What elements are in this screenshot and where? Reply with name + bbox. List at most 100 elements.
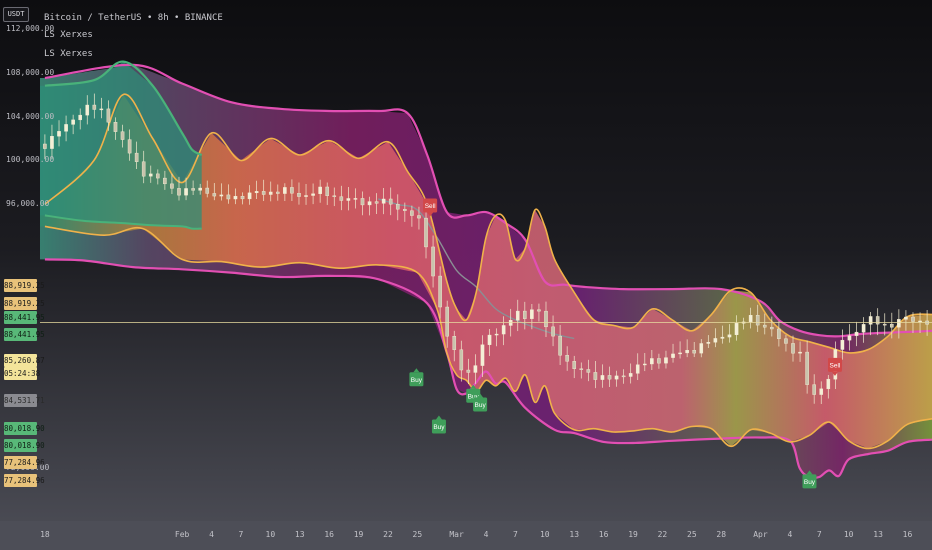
candle-body (650, 358, 654, 365)
y-tick-label: 104,000.00 (6, 111, 55, 121)
candle-body (85, 104, 90, 116)
price-tag[interactable]: 88,919.25 (4, 296, 45, 310)
symbol-title[interactable]: Bitcoin / TetherUS • 8h • BINANCE (44, 13, 223, 24)
signal-label: Buy (475, 402, 487, 409)
candle-body (367, 201, 372, 206)
candle-body (586, 369, 591, 373)
candle-body (635, 364, 640, 374)
x-tick-label: Mar (449, 530, 464, 539)
candle-body (268, 191, 273, 195)
candle-body (600, 375, 605, 380)
price-tag[interactable]: 85,260.87 (4, 354, 45, 368)
candle-body (537, 309, 541, 312)
candle-body (459, 349, 464, 371)
candle-body (438, 275, 442, 308)
x-tick-label: 13 (569, 530, 580, 539)
x-tick-label: 16 (902, 530, 913, 539)
candle-body (431, 246, 435, 277)
x-tick-label: 10 (843, 530, 854, 539)
candle-body (565, 355, 569, 362)
candle-body (494, 333, 499, 336)
price-tag[interactable]: 80,018.90 (4, 422, 45, 436)
x-tick-label: 10 (265, 530, 276, 539)
candle-body (530, 309, 534, 319)
candle-body (664, 357, 668, 364)
currency-badge[interactable]: USDT (3, 7, 29, 22)
candle-body (911, 316, 915, 322)
x-tick-label: 4 (483, 530, 489, 539)
candle-body (840, 339, 845, 350)
x-tick-label: 19 (628, 530, 638, 539)
candle-body (523, 310, 527, 319)
candle-body (607, 375, 612, 380)
signal-label: Sell (425, 203, 436, 210)
chart-plot[interactable]: SellBuyBuyBuyBuySellBuy (0, 0, 932, 521)
buy-signal[interactable]: Buy (409, 368, 424, 387)
candle-body (99, 108, 104, 111)
candle-body (71, 119, 75, 125)
candle-body (113, 122, 118, 132)
price-tag[interactable]: 88,441.95 (4, 311, 45, 325)
candle-body (551, 326, 555, 337)
candle-body (826, 378, 831, 390)
candle-body (332, 195, 337, 197)
candle-body (247, 192, 252, 200)
x-tick-label: Apr (753, 530, 768, 539)
candle-body (403, 208, 407, 211)
price-tag[interactable]: 88,919.25 (4, 279, 45, 293)
candle-body (593, 372, 598, 380)
candle-body (819, 388, 824, 395)
candle-body (473, 365, 478, 373)
candle-body (297, 193, 301, 197)
candle-body (141, 161, 146, 177)
price-tag[interactable]: 80,018.90 (4, 438, 45, 452)
x-tick-label: 25 (687, 530, 697, 539)
candle-body (713, 338, 718, 343)
candle-body (770, 326, 774, 330)
indicator-label-2[interactable]: LS Xerxes (44, 49, 93, 60)
x-tick-label: Feb (174, 530, 190, 539)
candle-body (657, 358, 661, 364)
candle-body (805, 351, 809, 385)
signal-label: Buy (411, 377, 423, 384)
candle-body (346, 198, 351, 201)
x-tick-label: 7 (512, 530, 518, 539)
y-tick-label: 108,000.00 (6, 67, 55, 77)
signal-label: Buy (804, 479, 816, 486)
candle-body (621, 375, 626, 378)
candle-body (325, 186, 330, 196)
candle-body (762, 324, 767, 328)
y-tick-label: 112,000.00 (6, 23, 55, 33)
candle-body (311, 193, 315, 196)
price-tag[interactable]: 77,284.96 (4, 456, 45, 470)
x-tick-label: 22 (383, 530, 393, 539)
price-tag[interactable]: 05:24:38 (4, 367, 40, 381)
candle-body (339, 196, 344, 201)
candle-body (628, 373, 633, 377)
candle-body (78, 114, 82, 121)
candle-body (791, 343, 795, 354)
candle-body (212, 193, 217, 197)
buy-signal[interactable]: Buy (431, 415, 446, 434)
candle-body (92, 104, 97, 110)
price-tag[interactable]: 84,531.71 (4, 393, 45, 407)
candle-body (868, 316, 873, 325)
price-tag[interactable]: 77,284.96 (4, 473, 45, 487)
candle-body (882, 323, 887, 326)
x-tick-label: 13 (294, 530, 305, 539)
candle-body (233, 195, 238, 200)
x-tick-label: 22 (657, 530, 668, 539)
candle-body (156, 173, 160, 179)
candle-body (148, 173, 153, 177)
x-tick-label: 4 (787, 530, 793, 539)
price-tag[interactable]: 88,441.95 (4, 327, 45, 341)
x-tick-label: 25 (412, 530, 423, 539)
signal-label: Buy (433, 424, 445, 431)
candle-body (283, 187, 287, 194)
x-tick-label: 28 (716, 530, 727, 539)
candle-body (106, 108, 111, 123)
x-tick-label: 4 (209, 530, 214, 539)
signal-label: Sell (830, 363, 841, 370)
candle-body (897, 319, 901, 328)
candle-body (254, 191, 259, 194)
